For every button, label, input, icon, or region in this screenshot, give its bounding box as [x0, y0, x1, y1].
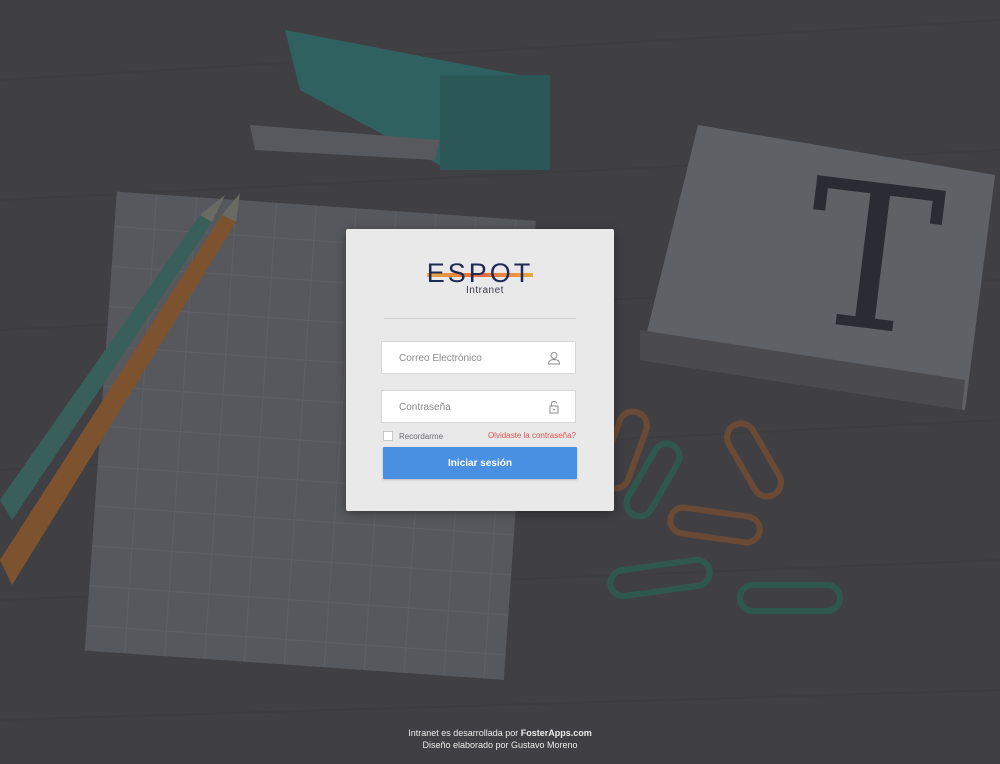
forgot-password-link[interactable]: Olvidaste la contraseña? — [488, 431, 576, 440]
footer: Intranet es desarrollada por FosterApps.… — [0, 727, 1000, 751]
fosterapps-link[interactable]: FosterApps.com — [521, 728, 592, 738]
remember-checkbox[interactable] — [383, 431, 393, 441]
email-input[interactable] — [397, 342, 551, 375]
remember-me[interactable]: Recordarme — [383, 430, 443, 442]
logo-text: ESPOT — [426, 258, 534, 288]
password-field[interactable] — [381, 390, 576, 424]
email-field[interactable] — [381, 341, 576, 375]
password-input[interactable] — [397, 391, 551, 424]
user-icon — [547, 352, 561, 365]
divider — [384, 318, 576, 319]
footer-line-2: Diseño elaborado por Gustavo Moreno — [422, 740, 578, 750]
espot-logo: ESPOT — [346, 259, 614, 287]
footer-prefix: Intranet es desarrollada por — [408, 728, 521, 738]
remember-label: Recordarme — [399, 431, 444, 441]
login-card: ESPOT Intranet Recordarme Olvidaste la c… — [346, 229, 614, 511]
footer-line-1: Intranet es desarrollada por FosterApps.… — [0, 727, 1000, 739]
login-button[interactable]: Iniciar sesión — [383, 447, 577, 479]
unlock-icon — [549, 400, 559, 414]
